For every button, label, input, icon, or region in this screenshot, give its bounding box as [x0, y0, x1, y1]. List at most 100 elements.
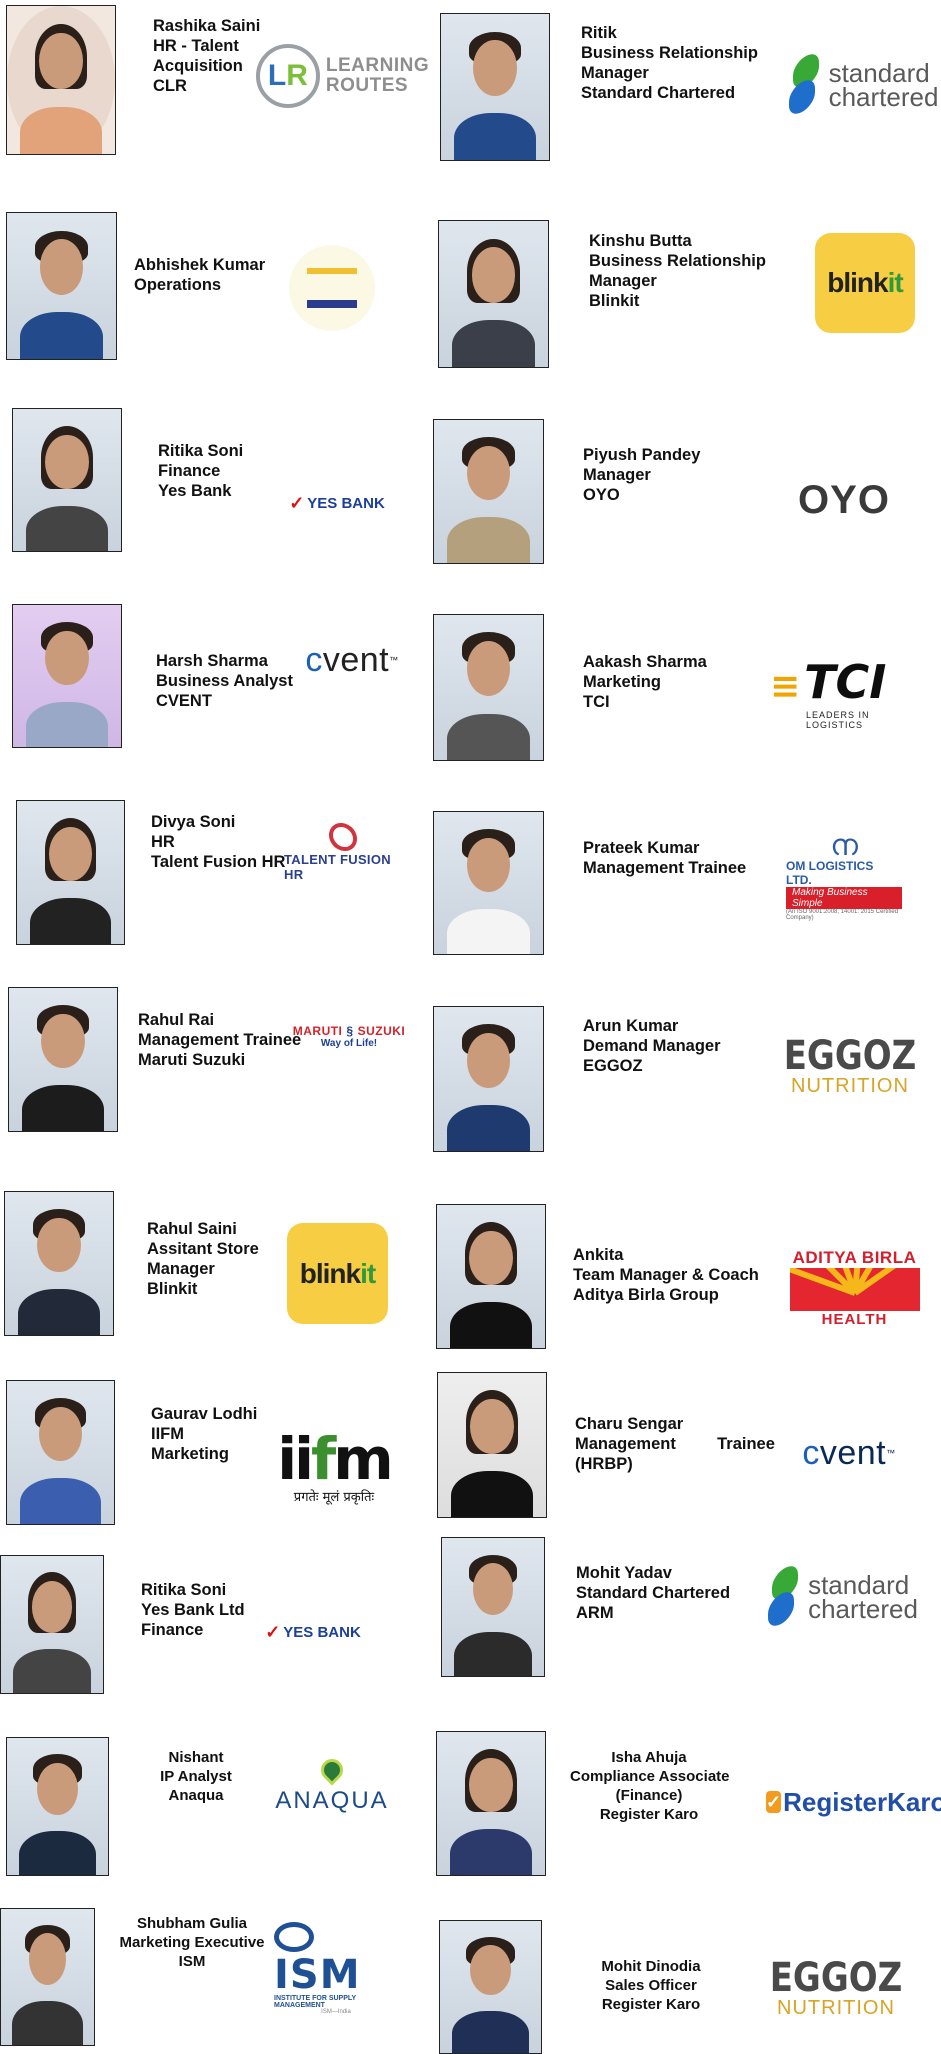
- person-company: Yes Bank: [158, 482, 232, 500]
- photo-mohit-yadav: [441, 1537, 545, 1677]
- suzuki-icon: §: [346, 1023, 354, 1038]
- person-company: Anaqua: [168, 1787, 224, 1804]
- photo-harsh-sharma: [12, 604, 122, 748]
- person-role: Team Manager & Coach: [573, 1266, 759, 1284]
- person-role-cont: Manager: [589, 272, 657, 290]
- person-role-cont: Manager: [581, 64, 649, 82]
- person-company: Blinkit: [589, 292, 640, 310]
- maruti-suzuki-logo: MARUTI § SUZUKI Way of Life!: [284, 1018, 414, 1054]
- person-role: ARM: [576, 1604, 614, 1622]
- person-role-cont: (HRBP): [575, 1455, 633, 1473]
- photo-mohit-dinodia: [439, 1920, 542, 2054]
- person-info-nishant: Nishant IP Analyst Anaqua: [150, 1748, 242, 1805]
- om-logistics-logo: ന OM LOGISTICS LTD. Making Business Simp…: [786, 831, 902, 921]
- eggoz-logo: EGGOZ NUTRITION: [784, 1030, 917, 1102]
- photo-ritika-soni: [12, 408, 122, 552]
- logo-text-2: NUTRITION: [777, 1997, 895, 2019]
- logo-subtitle: INSTITUTE FOR SUPPLY MANAGEMENT: [274, 1995, 357, 2009]
- trademark: ™: [389, 655, 399, 665]
- person-role: Assitant Store: [147, 1240, 259, 1258]
- person-role: Compliance Associate: [570, 1768, 730, 1785]
- person-role: Manager: [583, 466, 651, 484]
- person-company: Blinkit: [147, 1280, 198, 1298]
- cvent-logo-2: c vent ™: [776, 1432, 922, 1474]
- photo-aakash-sharma: [433, 614, 544, 761]
- person-info-shubham-gulia: Shubham Gulia Marketing Executive ISM: [118, 1914, 266, 1971]
- logo-text: blink: [299, 1257, 361, 1289]
- person-company: Maruti Suzuki: [138, 1051, 246, 1069]
- person-company: EGGOZ: [583, 1057, 643, 1075]
- person-role-cont: Acquisition: [153, 57, 243, 75]
- check-icon: ✓: [766, 1791, 782, 1813]
- person-name: Piyush Pandey: [583, 446, 701, 464]
- logo-text: ii: [277, 1425, 314, 1493]
- photo-gaurav-lodhi: [6, 1380, 115, 1525]
- person-name: Isha Ahuja: [611, 1749, 687, 1766]
- person-info-arun-kumar: Arun Kumar Demand Manager EGGOZ: [583, 1016, 721, 1076]
- person-company: OYO: [583, 486, 620, 504]
- person-role: Business Relationship: [581, 44, 758, 62]
- iifm-logo: iifm प्रगतेः मूलं प्रकृतिः: [277, 1420, 393, 1516]
- person-info-ankita: Ankita Team Manager & Coach Aditya Birla…: [573, 1245, 759, 1305]
- person-info-rahul-saini: Rahul Saini Assitant Store Manager Blink…: [147, 1219, 259, 1299]
- person-info-piyush-pandey: Piyush Pandey Manager OYO: [583, 445, 700, 505]
- logo-text: ADITYA BIRLA: [792, 1248, 917, 1267]
- logo-tagline: Way of Life!: [320, 1037, 378, 1049]
- person-company: TCI: [583, 693, 610, 711]
- person-role: Business Relationship: [589, 252, 766, 270]
- photo-kinshu-butta: [438, 220, 549, 368]
- person-info-kinshu-butta: Kinshu Butta Business Relationship Manag…: [589, 231, 766, 311]
- person-info-ritika-soni-2: Ritika Soni Yes Bank Ltd Finance: [141, 1580, 245, 1640]
- person-role: Finance: [141, 1621, 204, 1639]
- photo-arun-kumar: [433, 1006, 544, 1152]
- photo-isha-ahuja: [436, 1731, 546, 1876]
- person-info-mohit-yadav: Mohit Yadav Standard Chartered ARM: [576, 1563, 730, 1623]
- person-company: Aditya Birla Group: [573, 1286, 719, 1304]
- person-company: Standard Chartered: [581, 84, 736, 102]
- learning-routes-logo: LR LEARNING ROUTES: [250, 40, 435, 112]
- logo-text: blink: [827, 267, 888, 298]
- logo-tagline: LEADERS IN LOGISTICS: [806, 709, 870, 730]
- person-name: Harsh Sharma: [156, 652, 268, 670]
- person-name: Aakash Sharma: [583, 653, 707, 671]
- photo-prateek-kumar: [433, 811, 544, 955]
- oyo-logo: OYO: [784, 474, 904, 526]
- person-info-ritika-soni: Ritika Soni Finance Yes Bank: [158, 441, 243, 501]
- logo-tagline: प्रगतेः मूलं प्रकृतिः: [293, 1490, 375, 1505]
- person-info-divya-soni: Divya Soni HR Talent Fusion HR: [151, 812, 285, 872]
- logo-text-2: NUTRITION: [791, 1075, 909, 1097]
- person-role: Business Analyst: [156, 672, 293, 690]
- person-info-mohit-dinodia: Mohit Dinodia Sales Officer Register Kar…: [590, 1957, 712, 2014]
- person-name: Prateek Kumar: [583, 839, 700, 857]
- person-name: Mohit Yadav: [576, 1564, 672, 1582]
- person-role: HR - Talent: [153, 37, 239, 55]
- photo-ritika-soni-2: [0, 1555, 104, 1694]
- person-info-prateek-kumar: Prateek Kumar Management Trainee: [583, 838, 746, 878]
- anaqua-mark-icon: [316, 1754, 348, 1786]
- person-name: Abhishek Kumar: [134, 256, 266, 274]
- blinkit-logo: blink it: [815, 233, 915, 333]
- logo-text: c: [305, 640, 323, 679]
- person-name: Ankita: [573, 1246, 624, 1264]
- ism-swoosh-icon: [274, 1922, 314, 1952]
- person-role: IIFM: [151, 1425, 184, 1443]
- photo-ritik: [440, 13, 550, 161]
- logo-text: OYO: [798, 477, 890, 522]
- aditya-birla-logo: ADITYA BIRLA HEALTH: [788, 1248, 921, 1328]
- logo-text: TALENT FUSION HR: [284, 852, 391, 882]
- logo-text: OM LOGISTICS LTD.: [786, 859, 874, 887]
- bolt-icon: ≡: [770, 665, 801, 707]
- logo-text: EGGOZ: [783, 1033, 917, 1079]
- person-company: CVENT: [156, 692, 212, 710]
- person-name: Charu Sengar: [575, 1415, 684, 1433]
- logo-text-2: SUZUKI: [357, 1023, 406, 1038]
- trademark: ™: [886, 1448, 896, 1458]
- standard-chartered-mark: [787, 49, 821, 119]
- person-name: Nishant: [168, 1749, 224, 1766]
- person-name: Arun Kumar: [583, 1017, 679, 1035]
- standard-chartered-logo-2: standard chartered: [760, 1561, 924, 1631]
- leaf-icon: f: [311, 1425, 336, 1493]
- logo-small-text: ISM—India: [321, 2009, 351, 2015]
- logo-text: YES BANK: [283, 1623, 361, 1641]
- person-info-isha-ahuja: Isha Ahuja Compliance Associate (Finance…: [570, 1748, 730, 1824]
